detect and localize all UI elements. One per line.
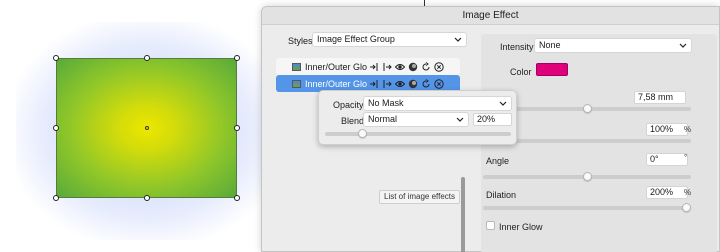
popover-opacity-dropdown[interactable]: No Mask xyxy=(363,96,512,111)
chevron-down-icon xyxy=(454,37,462,42)
popover-opacity-value: No Mask xyxy=(368,98,404,108)
intensity-dropdown[interactable]: None xyxy=(534,38,692,53)
popover-blend-slider-thumb[interactable] xyxy=(357,129,367,138)
selection-handle-bottom-left[interactable] xyxy=(53,195,59,201)
popover-blend-label: Blend xyxy=(341,116,365,126)
selection-handle-top-center[interactable] xyxy=(144,55,150,61)
effect-name: Inner/Outer Glow xyxy=(305,61,367,72)
blend-options-popover: Opacity No Mask Blend Normal 20% xyxy=(318,90,517,145)
effect-properties-panel: Intensity None Color 7,58 mm 100% % Angl… xyxy=(481,34,717,252)
dilation-unit: % xyxy=(684,188,692,197)
radius-slider-thumb[interactable] xyxy=(582,104,592,113)
popover-blend-dropdown[interactable]: Normal xyxy=(363,112,469,127)
color-swatch[interactable] xyxy=(536,63,568,76)
chevron-down-icon xyxy=(456,117,464,122)
extract-icon[interactable] xyxy=(382,62,392,72)
extract-icon[interactable] xyxy=(382,79,392,89)
effect-thumbnail-icon xyxy=(292,62,301,71)
dialog-title: Image Effect xyxy=(262,7,719,25)
insert-icon[interactable] xyxy=(369,62,379,72)
panel-scrollbar[interactable] xyxy=(461,177,465,252)
mask-icon[interactable] xyxy=(408,62,418,72)
effect-thumbnail-icon xyxy=(292,79,301,88)
selection-handle-top-right[interactable] xyxy=(234,55,240,61)
dilation-input[interactable]: 200% xyxy=(646,186,688,199)
inner-glow-checkbox[interactable] xyxy=(486,221,495,230)
intensity-dropdown-value: None xyxy=(539,40,561,50)
radius-input[interactable]: 7,58 mm xyxy=(634,91,686,104)
dilation-label: Dilation xyxy=(486,190,517,200)
mask-icon[interactable] xyxy=(408,79,418,89)
intensity-label: Intensity xyxy=(500,42,534,52)
selection-handle-bottom-center[interactable] xyxy=(144,195,150,201)
popover-blend-slider[interactable] xyxy=(325,132,511,136)
angle-unit: ° xyxy=(684,153,688,162)
styles-dropdown-value: Image Effect Group xyxy=(317,34,395,44)
inner-glow-label: Inner Glow xyxy=(499,222,543,232)
popover-opacity-label: Opacity xyxy=(333,100,364,110)
dilation-slider[interactable] xyxy=(483,206,691,210)
tooltip: List of image effects xyxy=(379,190,460,204)
styles-label: Styles xyxy=(288,36,313,46)
chevron-down-icon xyxy=(679,43,687,48)
selection-handle-bottom-right[interactable] xyxy=(234,195,240,201)
styles-dropdown[interactable]: Image Effect Group xyxy=(312,32,467,47)
image-effects-list[interactable]: Inner/Outer Glow Inner/Outer Glow xyxy=(276,57,460,93)
selection-handle-middle-left[interactable] xyxy=(53,125,59,131)
opacity-input[interactable]: 100% xyxy=(646,123,688,136)
popover-blend-percent-input[interactable]: 20% xyxy=(473,113,512,126)
angle-slider-thumb[interactable] xyxy=(582,172,592,181)
visibility-eye-icon[interactable] xyxy=(395,79,405,89)
remove-icon[interactable] xyxy=(434,78,444,89)
popover-blend-value: Normal xyxy=(368,114,398,124)
reset-icon[interactable] xyxy=(421,61,431,72)
color-label: Color xyxy=(510,67,532,77)
reset-icon[interactable] xyxy=(421,78,431,89)
selection-handle-top-left[interactable] xyxy=(53,55,59,61)
effect-row[interactable]: Inner/Outer Glow xyxy=(276,58,460,75)
selection-handle-middle-right[interactable] xyxy=(234,125,240,131)
opacity-unit: % xyxy=(684,125,692,134)
angle-label: Angle xyxy=(486,156,510,166)
insert-icon[interactable] xyxy=(369,79,379,89)
angle-input[interactable]: 0° xyxy=(646,153,688,166)
visibility-eye-icon[interactable] xyxy=(395,62,405,72)
rotation-center-point[interactable] xyxy=(145,126,149,130)
chevron-down-icon xyxy=(499,101,507,106)
remove-icon[interactable] xyxy=(434,61,444,72)
dilation-slider-thumb[interactable] xyxy=(682,203,692,212)
effect-name: Inner/Outer Glow xyxy=(305,78,367,89)
